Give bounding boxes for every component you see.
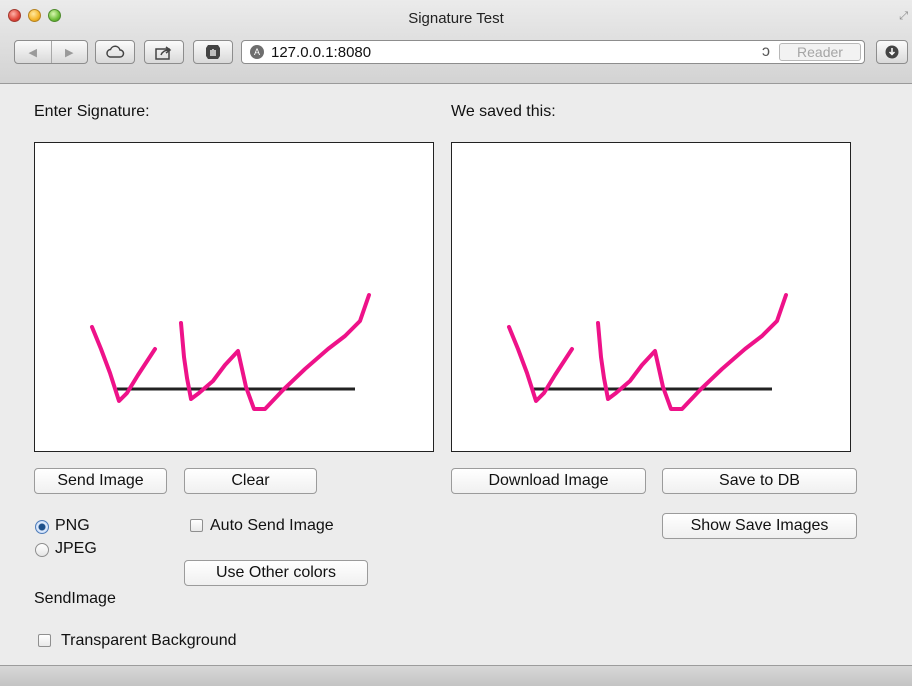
back-forward-buttons: ◀ ▶ bbox=[14, 40, 88, 64]
back-arrow-icon[interactable]: ◀ bbox=[15, 46, 51, 59]
enter-signature-label: Enter Signature: bbox=[34, 103, 150, 120]
signature-stroke bbox=[596, 293, 788, 411]
signature-input-canvas[interactable] bbox=[34, 142, 434, 452]
download-icon bbox=[885, 45, 899, 59]
saved-label: We saved this: bbox=[451, 103, 556, 120]
reader-button[interactable]: Reader bbox=[779, 43, 861, 61]
icloud-tabs-button[interactable] bbox=[95, 40, 135, 64]
fullscreen-icon[interactable]: ⤢ bbox=[899, 10, 908, 23]
window-title: Signature Test bbox=[408, 10, 504, 27]
signature-stroke bbox=[179, 293, 371, 411]
cloud-icon bbox=[106, 45, 125, 58]
png-radio[interactable] bbox=[35, 520, 49, 534]
send-image-status: SendImage bbox=[34, 590, 116, 607]
share-icon bbox=[155, 45, 172, 60]
reload-icon[interactable]: ↄ bbox=[762, 43, 770, 61]
clear-button[interactable]: Clear bbox=[184, 468, 317, 494]
window-titlebar: Signature Test ⤢ ◀ ▶ A 127.0.0.1:8080 ↄ … bbox=[0, 0, 912, 84]
saved-signature-canvas bbox=[451, 142, 851, 452]
transparent-background-label: Transparent Background bbox=[61, 632, 237, 649]
show-saved-images-button[interactable]: Show Save Images bbox=[662, 513, 857, 539]
auto-send-label: Auto Send Image bbox=[210, 517, 334, 534]
share-button[interactable] bbox=[144, 40, 184, 64]
jpeg-label: JPEG bbox=[55, 540, 97, 557]
png-label: PNG bbox=[55, 517, 90, 534]
forward-arrow-icon[interactable]: ▶ bbox=[52, 46, 88, 59]
save-to-db-button[interactable]: Save to DB bbox=[662, 468, 857, 494]
send-image-button[interactable]: Send Image bbox=[34, 468, 167, 494]
hand-icon bbox=[206, 45, 220, 59]
downloads-button[interactable] bbox=[876, 40, 908, 64]
url-text[interactable]: 127.0.0.1:8080 bbox=[271, 44, 371, 61]
download-image-button[interactable]: Download Image bbox=[451, 468, 646, 494]
saved-signature-drawing bbox=[507, 293, 788, 411]
jpeg-radio[interactable] bbox=[35, 543, 49, 557]
extension-button[interactable] bbox=[193, 40, 233, 64]
address-bar[interactable]: A 127.0.0.1:8080 ↄ Reader bbox=[241, 40, 865, 64]
signature-drawing bbox=[90, 293, 371, 411]
transparent-background-checkbox[interactable] bbox=[38, 634, 51, 647]
site-icon: A bbox=[250, 45, 264, 59]
use-other-colors-button[interactable]: Use Other colors bbox=[184, 560, 368, 586]
auto-send-checkbox[interactable] bbox=[190, 519, 203, 532]
status-bar bbox=[0, 665, 912, 686]
